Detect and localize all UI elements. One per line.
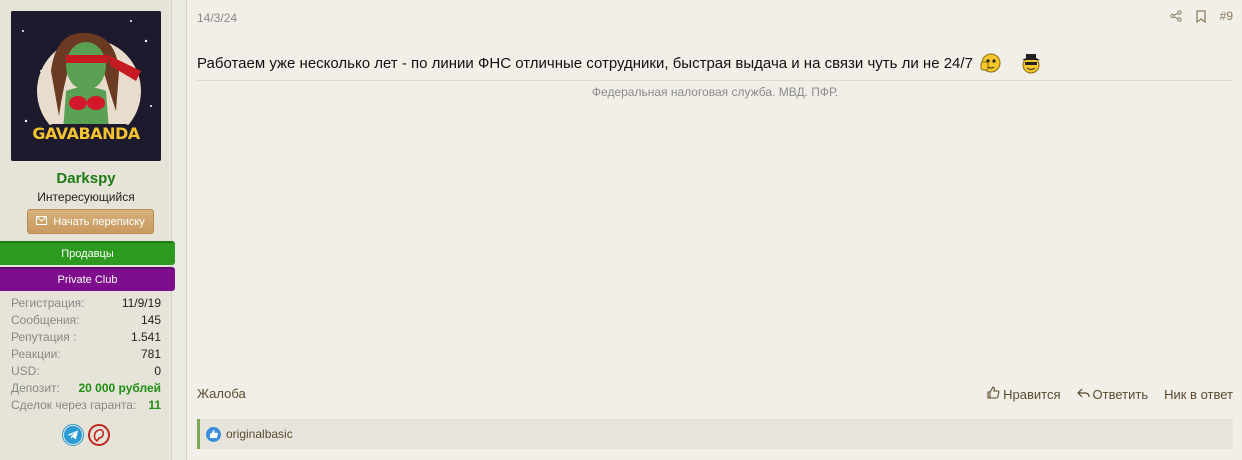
stat-value: 0 <box>154 364 161 378</box>
post-date[interactable]: 14/3/24 <box>197 11 237 25</box>
stat-value: 20 000 рублей <box>78 381 161 395</box>
like-reaction-icon <box>206 426 221 442</box>
stat-registration: Регистрация: 11/9/19 <box>11 295 161 312</box>
stat-label: Регистрация: <box>11 296 85 310</box>
username[interactable]: Darkspy <box>0 170 172 187</box>
post-message-text: Работаем уже несколько лет - по линии ФН… <box>197 54 973 72</box>
stat-value: 11 <box>148 398 161 412</box>
user-title: Интересующийся <box>37 190 135 204</box>
stat-label: Сделок через гаранта: <box>11 398 137 412</box>
post-message: Работаем уже несколько лет - по линии ФН… <box>197 51 1043 75</box>
share-icon[interactable] <box>1170 10 1182 22</box>
user-sidebar: GAVABANDA Darkspy Интересующийся Начать … <box>0 0 175 460</box>
report-link[interactable]: Жалоба <box>197 386 246 402</box>
start-conversation-button[interactable]: Начать переписку <box>27 209 154 234</box>
user-banner-sellers: Продавцы <box>0 241 175 265</box>
user-banner-private-club: Private Club <box>0 267 175 291</box>
like-button[interactable]: Нравится <box>987 386 1061 402</box>
stat-label: Репутация : <box>11 330 77 344</box>
user-contacts <box>62 424 110 446</box>
stat-escrow-deals: Сделок через гаранта: 11 <box>11 397 161 414</box>
user-signature: Федеральная налоговая служба. МВД. ПФР. <box>591 85 839 99</box>
stat-label: Реакции: <box>11 347 61 361</box>
stat-label: USD: <box>11 364 40 378</box>
spy-smiley-icon <box>1019 51 1043 75</box>
stat-reactions: Реакции: 781 <box>11 346 161 363</box>
stat-label: Депозит: <box>11 381 60 395</box>
post-number[interactable]: #9 <box>1220 9 1233 23</box>
thumbs-up-icon <box>987 386 1000 402</box>
reply-icon <box>1076 387 1090 402</box>
post-body: 14/3/24 #9 Работаем уже несколько лет - … <box>186 0 1242 460</box>
user-avatar[interactable]: GAVABANDA <box>11 11 161 161</box>
stat-value: 11/9/19 <box>121 296 161 310</box>
user-stats: Регистрация: 11/9/19 Сообщения: 145 Репу… <box>11 295 161 414</box>
reply-button[interactable]: Ответить <box>1076 386 1149 402</box>
post-actions: #9 <box>1170 9 1233 23</box>
stat-value[interactable]: 145 <box>141 312 161 329</box>
nick-reply-button[interactable]: Ник в ответ <box>1164 386 1233 402</box>
post-footer-actions: Нравится Ответить Ник в ответ <box>987 386 1233 402</box>
reply-label: Ответить <box>1092 386 1149 402</box>
stat-value: 1.541 <box>130 330 161 344</box>
stat-messages: Сообщения: 145 <box>11 312 161 329</box>
signature-divider <box>197 80 1233 81</box>
telegram-icon[interactable] <box>62 424 84 446</box>
avatar-logo-text: GAVABANDA <box>32 124 140 143</box>
post-footer: Жалоба Нравится Ответить Ник в ответ <box>197 386 1233 402</box>
reaction-users-link[interactable]: originalbasic <box>226 427 293 441</box>
stat-label: Сообщения: <box>11 313 80 327</box>
thumbs-up-smiley-icon <box>979 51 1003 75</box>
stat-value: 781 <box>140 347 161 361</box>
stat-deposit: Депозит: 20 000 рублей <box>11 380 161 397</box>
stat-reputation: Репутация : 1.541 <box>11 329 161 346</box>
like-label: Нравится <box>1003 386 1061 402</box>
bookmark-icon[interactable] <box>1196 9 1206 23</box>
start-conversation-label: Начать переписку <box>53 215 145 228</box>
jabber-icon[interactable] <box>88 424 110 446</box>
envelope-icon <box>36 215 48 228</box>
stat-usd: USD: 0 <box>11 363 161 380</box>
reactions-bar: originalbasic <box>197 419 1233 449</box>
